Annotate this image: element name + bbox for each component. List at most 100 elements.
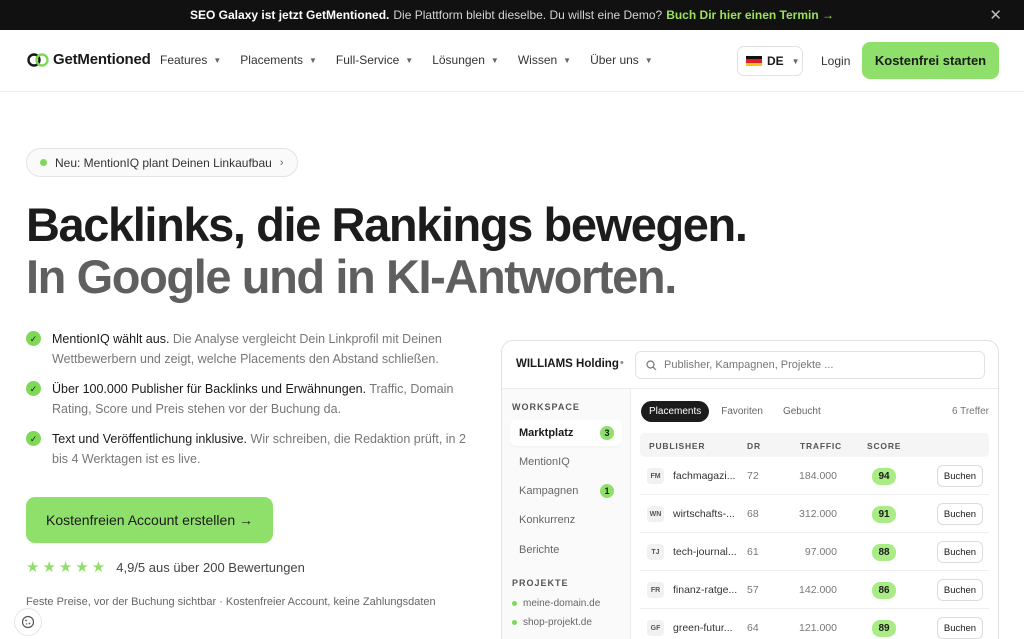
- table-row: TJ tech-journal... 61 97.000 88 Buchen: [640, 533, 989, 571]
- menu-label: Placements: [240, 53, 303, 67]
- banner-demo-link[interactable]: Buch Dir hier einen Termin →: [666, 8, 834, 22]
- domain-rating: 57: [747, 584, 759, 596]
- pill-label: Neu: MentionIQ plant Deinen Linkaufbau: [55, 155, 272, 170]
- sidebar-item-marktplatz[interactable]: Marktplatz 3: [510, 420, 622, 446]
- hero-subheadline: In Google und in KI-Antworten.: [26, 250, 677, 303]
- search-input[interactable]: Publisher, Kampagnen, Projekte ...: [635, 351, 985, 379]
- menu-item-wissen[interactable]: Wissen ▼: [518, 53, 571, 67]
- placement-tabs: Placements Favoriten Gebucht: [641, 401, 833, 422]
- traffic-value: 121.000: [799, 622, 837, 634]
- fineprint: Feste Preise, vor der Buchung sichtbar ·…: [26, 596, 436, 608]
- check-icon: ✓: [26, 381, 41, 396]
- cookie-settings-icon[interactable]: [14, 608, 42, 636]
- traffic-value: 184.000: [799, 470, 837, 482]
- placements-panel: Placements Favoriten Gebucht 6 Treffer P…: [631, 389, 998, 639]
- main-menu: Features ▼ Placements ▼ Full-Service ▼ Lösu…: [160, 53, 672, 67]
- count-badge: 1: [600, 484, 614, 498]
- feature-item: ✓ MentionIQ wählt aus. Die Analyse vergl…: [26, 329, 466, 369]
- book-button[interactable]: Buchen: [937, 541, 983, 563]
- publisher-name[interactable]: wirtschafts-...: [673, 508, 735, 520]
- tab-placements[interactable]: Placements: [641, 401, 710, 422]
- domain-rating: 64: [747, 622, 759, 634]
- menu-item-full-service[interactable]: Full-Service ▼: [336, 53, 413, 67]
- project-dot: [512, 620, 517, 625]
- menu-label: Full-Service: [335, 53, 400, 67]
- book-button[interactable]: Buchen: [937, 465, 983, 487]
- table-row: WN wirtschafts-... 68 312.000 91 Buchen: [640, 495, 989, 533]
- feature-item: ✓ Über 100.000 Publisher für Backlinks u…: [26, 379, 466, 419]
- sidebar-item-konkurrenz[interactable]: Konkurrenz: [510, 507, 622, 533]
- project-label: shop-projekt.de: [523, 617, 592, 628]
- tab-favoriten[interactable]: Favoriten: [713, 401, 771, 422]
- chevron-right-icon: ›: [279, 156, 284, 169]
- menu-item-placements[interactable]: Placements ▼: [240, 53, 317, 67]
- publisher-avatar: GF: [647, 620, 664, 636]
- sidebar-item-kampagnen[interactable]: Kampagnen 1: [510, 478, 622, 504]
- column-dr: DR: [747, 441, 761, 451]
- chevron-down-icon: ▼: [563, 55, 572, 65]
- chevron-down-icon: ▼: [308, 55, 317, 65]
- sidebar-item-label: Berichte: [519, 544, 560, 556]
- tab-gebucht[interactable]: Gebucht: [775, 401, 829, 422]
- workspace-heading: WORKSPACE: [512, 402, 580, 412]
- menu-label: Features: [160, 53, 208, 67]
- start-free-button[interactable]: Kostenfrei starten: [862, 42, 999, 79]
- sidebar-item-label: Konkurrenz: [519, 514, 576, 526]
- publisher-name[interactable]: finanz-ratge...: [673, 584, 737, 596]
- sidebar-item-berichte[interactable]: Berichte: [510, 537, 622, 563]
- announcement-pill[interactable]: Neu: MentionIQ plant Deinen Linkaufbau ›: [26, 148, 299, 177]
- domain-rating: 72: [747, 470, 759, 482]
- login-link[interactable]: Login: [821, 54, 850, 68]
- menu-item-features[interactable]: Features ▼: [160, 53, 221, 67]
- domain-rating: 61: [747, 546, 759, 558]
- rating-summary: ★★★★★ 4,9/5 aus über 200 Bewertungen: [26, 558, 305, 576]
- announcement-banner: SEO Galaxy ist jetzt GetMentioned. Die P…: [0, 0, 1024, 30]
- publisher-avatar: WN: [647, 506, 664, 522]
- hero-headline: Backlinks, die Rankings bewegen.: [26, 198, 748, 251]
- project-item[interactable]: meine-domain.de: [512, 598, 600, 609]
- brand-logo[interactable]: GetMentioned: [27, 51, 151, 68]
- publisher-avatar: FR: [647, 582, 664, 598]
- close-icon[interactable]: ✕: [989, 6, 1002, 24]
- project-item[interactable]: shop-projekt.de: [512, 617, 592, 628]
- domain-rating: 68: [747, 508, 759, 520]
- rating-text: 4,9/5 aus über 200 Bewertungen: [116, 559, 305, 575]
- search-placeholder: Publisher, Kampagnen, Projekte ...: [664, 359, 834, 371]
- book-button[interactable]: Buchen: [937, 617, 983, 639]
- menu-label: Wissen: [517, 53, 558, 67]
- book-button[interactable]: Buchen: [937, 503, 983, 525]
- feature-item: ✓ Text und Veröffentlichung inklusive. W…: [26, 429, 466, 469]
- publisher-name[interactable]: fachmagazi...: [673, 470, 735, 482]
- logo-icon: [27, 52, 49, 67]
- create-account-button[interactable]: Kostenfreien Account erstellen →: [26, 497, 273, 543]
- results-count: 6 Treffer: [951, 406, 989, 417]
- banner-text: Die Plattform bleibt dieselbe. Du willst…: [393, 8, 663, 22]
- score-badge: 88: [872, 544, 896, 561]
- banner-bold-text: SEO Galaxy ist jetzt GetMentioned.: [190, 8, 390, 22]
- language-selector[interactable]: DE ▼: [737, 46, 803, 76]
- score-badge: 86: [872, 582, 896, 599]
- publisher-avatar: TJ: [647, 544, 664, 560]
- menu-item-ueber-uns[interactable]: Über uns ▼: [590, 53, 653, 67]
- workspace-separator: •: [620, 357, 624, 369]
- count-badge: 3: [600, 426, 614, 440]
- menu-item-loesungen[interactable]: Lösungen ▼: [432, 53, 499, 67]
- column-publisher: PUBLISHER: [649, 441, 706, 451]
- book-button[interactable]: Buchen: [937, 579, 983, 601]
- publisher-name[interactable]: tech-journal...: [673, 546, 737, 558]
- traffic-value: 142.000: [799, 584, 837, 596]
- feature-title: Über 100.000 Publisher für Backlinks und…: [52, 382, 367, 396]
- table-row: FR finanz-ratge... 57 142.000 86 Buchen: [640, 571, 989, 609]
- menu-label: Lösungen: [432, 53, 485, 67]
- traffic-value: 312.000: [799, 508, 837, 520]
- chevron-down-icon: ▼: [644, 55, 653, 65]
- top-navigation: GetMentioned Features ▼ Placements ▼ Full-…: [0, 30, 1024, 92]
- sidebar-item-label: Marktplatz: [519, 427, 574, 439]
- workspace-name[interactable]: WILLIAMS Holding: [516, 358, 619, 370]
- column-traffic: TRAFFIC: [800, 441, 842, 451]
- chevron-down-icon: ▼: [490, 55, 499, 65]
- sidebar-item-mentioniq[interactable]: MentionIQ: [510, 449, 622, 475]
- feature-title: MentionIQ wählt aus.: [52, 332, 170, 346]
- publisher-name[interactable]: green-futur...: [673, 622, 733, 634]
- sidebar-item-label: MentionIQ: [519, 456, 570, 468]
